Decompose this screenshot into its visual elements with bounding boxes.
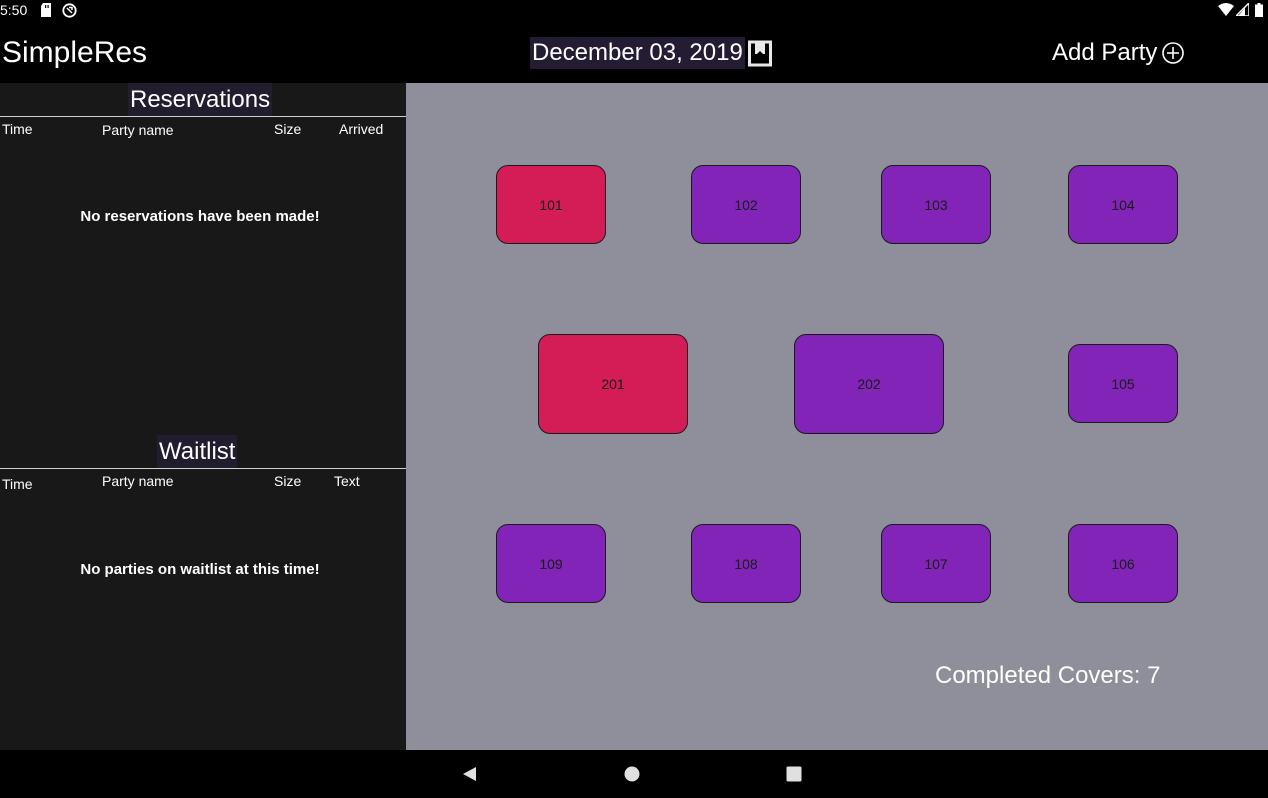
add-circle-icon: [1162, 42, 1185, 64]
calendar-icon[interactable]: [748, 39, 772, 67]
battery-icon: [1255, 3, 1263, 17]
navigation-bar: [0, 750, 1268, 798]
reservations-col-party-name: Party name: [102, 122, 174, 138]
app-bar: SimpleRes December 03, 2019 Add Party: [0, 22, 1268, 83]
table-202[interactable]: 202: [794, 334, 944, 434]
reservations-col-arrived: Arrived: [339, 121, 384, 137]
cell-signal-icon: [1236, 3, 1249, 16]
table-201[interactable]: 201: [538, 334, 688, 434]
reservations-title: Reservations: [128, 83, 273, 117]
reservations-col-size: Size: [274, 121, 302, 137]
table-108[interactable]: 108: [691, 524, 801, 603]
table-number: 105: [1111, 375, 1135, 392]
add-party-button[interactable]: Add Party: [1052, 39, 1185, 67]
app-title: SimpleRes: [2, 36, 148, 69]
table-number: 103: [924, 196, 948, 213]
table-number: 107: [924, 555, 948, 572]
table-105[interactable]: 105: [1068, 344, 1178, 423]
table-102[interactable]: 102: [691, 165, 801, 244]
table-number: 108: [734, 555, 758, 572]
table-101[interactable]: 101: [496, 165, 606, 244]
waitlist-col-size: Size: [274, 473, 302, 489]
floor-plan: 101 102 103 104 201 202 105 109 108 107 …: [406, 83, 1268, 750]
left-panel: Reservations Time Party name Size Arrive…: [0, 83, 406, 750]
table-103[interactable]: 103: [881, 165, 991, 244]
table-109[interactable]: 109: [496, 524, 606, 603]
table-104[interactable]: 104: [1068, 165, 1178, 244]
waitlist-col-text: Text: [334, 473, 360, 489]
table-number: 202: [857, 376, 881, 392]
date-display[interactable]: December 03, 2019: [530, 37, 745, 69]
reservations-col-time: Time: [2, 121, 33, 137]
table-106[interactable]: 106: [1068, 524, 1178, 603]
status-time: 5:50: [0, 2, 28, 18]
waitlist-col-party-name: Party name: [102, 473, 174, 489]
home-icon[interactable]: [624, 766, 640, 782]
waitlist-empty-message: No parties on waitlist at this time!: [80, 561, 320, 578]
table-number: 104: [1111, 196, 1135, 213]
sd-card-icon: [41, 3, 51, 17]
reservations-empty-message: No reservations have been made!: [80, 208, 320, 225]
table-number: 106: [1111, 555, 1135, 572]
table-number: 201: [601, 376, 625, 392]
table-107[interactable]: 107: [881, 524, 991, 603]
waitlist-col-time: Time: [2, 476, 33, 492]
add-party-label: Add Party: [1052, 39, 1158, 66]
back-icon[interactable]: [461, 766, 477, 782]
waitlist-title: Waitlist: [157, 435, 238, 469]
sync-icon: [62, 3, 77, 18]
table-number: 101: [539, 196, 563, 213]
reservations-divider: [0, 116, 406, 117]
table-number: 102: [734, 196, 758, 213]
waitlist-divider: [0, 468, 406, 469]
table-number: 109: [539, 555, 563, 572]
recents-icon[interactable]: [786, 766, 802, 782]
wifi-icon: [1218, 3, 1234, 16]
completed-covers: Completed Covers: 7: [935, 662, 1161, 689]
status-bar: 5:50: [0, 0, 1268, 22]
